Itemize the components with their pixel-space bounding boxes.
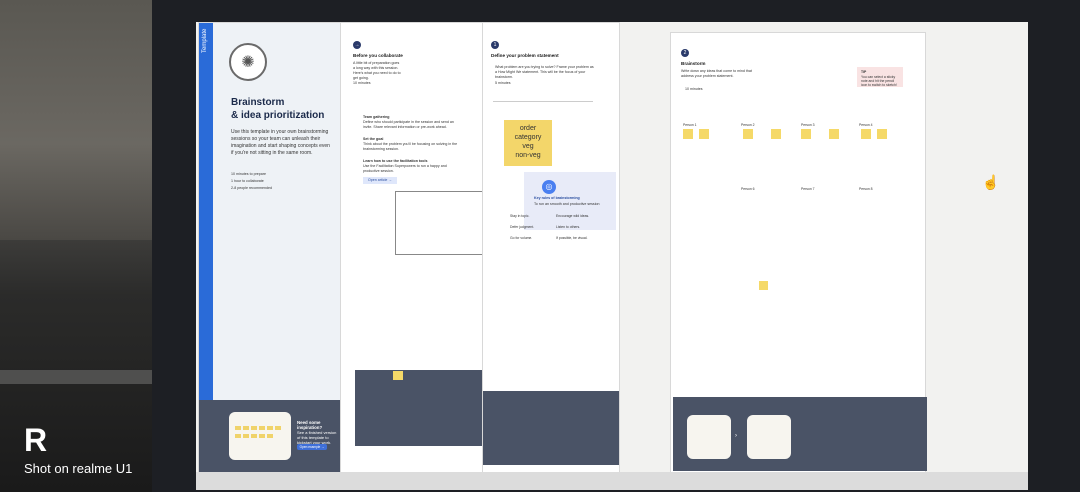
example-card-2[interactable] xyxy=(747,415,791,459)
idea-sticky[interactable] xyxy=(801,129,811,139)
define-dark-panel xyxy=(483,391,619,465)
idea-sticky[interactable] xyxy=(699,129,709,139)
person-8-label: Person 8 xyxy=(859,187,873,191)
rules-subtitle: To run an smooth and productive session xyxy=(534,202,600,206)
before-body: A little bit of preparation goes a long … xyxy=(353,61,401,80)
person-4-label: Person 4 xyxy=(859,123,873,127)
brainstorm-rules-panel: ◎ Key rules of brainstorming To run an s… xyxy=(524,172,616,230)
watermark-logo: R xyxy=(24,422,48,458)
template-stripe: Template xyxy=(199,23,213,400)
brainstorm-body: Write down any ideas that come to mind t… xyxy=(681,69,752,78)
person-6-label: Person 6 xyxy=(741,187,755,191)
tip-card: TIP You can select a sticky note and hit… xyxy=(857,67,903,87)
meta-prepare: 10 minutes to prepare xyxy=(231,172,266,176)
step-two-icon: 2 xyxy=(681,49,689,57)
camera-watermark: R Shot on realme U1 xyxy=(24,422,133,476)
step-one-icon: 1 xyxy=(491,41,499,49)
idea-sticky[interactable] xyxy=(683,129,693,139)
rules-title: Key rules of brainstorming xyxy=(534,196,580,200)
item-body-2: Think about the problem you'll be focusi… xyxy=(363,142,458,151)
brainstorm-title: Brainstorm xyxy=(681,61,706,66)
person-7-label: Person 7 xyxy=(801,187,815,191)
idea-sticky[interactable] xyxy=(771,129,781,139)
bottom-toolbar-strip xyxy=(196,472,1028,490)
room-shelf xyxy=(0,370,155,384)
define-problem-frame[interactable]: 1 Define your problem statement What pro… xyxy=(482,22,620,474)
brainstorm-time: 10 minutes xyxy=(685,87,703,91)
inspiration-footer: Need some inspiration? See a finished ve… xyxy=(199,400,341,473)
note-line-category: category xyxy=(514,134,542,141)
note-line-veg: veg xyxy=(522,143,534,150)
template-tag: Template xyxy=(202,28,208,53)
define-body: What problem are you trying to solve? Fr… xyxy=(495,65,594,79)
mouse-cursor-icon: ☝ xyxy=(982,174,1000,190)
idea-sticky[interactable] xyxy=(877,129,887,139)
idea-sticky[interactable] xyxy=(861,129,871,139)
before-title: Before you collaborate xyxy=(353,53,403,58)
whiteboard-canvas[interactable]: Template ✺ Brainstorm & idea prioritizat… xyxy=(196,22,1028,490)
before-collaborate-frame[interactable]: → Before you collaborate A little bit of… xyxy=(340,22,566,474)
template-title-line2: & idea prioritization xyxy=(231,110,325,121)
open-article-button[interactable]: Open article → xyxy=(363,177,397,184)
empty-frame[interactable] xyxy=(395,191,485,255)
open-example-button[interactable]: Open example → xyxy=(297,444,327,450)
item-body-3: Use the Facilitation Superpowers to run … xyxy=(363,164,447,173)
item-body-1: Define who should participate in the ses… xyxy=(363,120,454,129)
watermark-text: Shot on realme U1 xyxy=(24,461,133,476)
define-time: 5 minutes xyxy=(495,81,511,85)
note-line-order: order xyxy=(519,125,537,132)
rule-3: Defer judgment. xyxy=(510,225,535,229)
problem-sticky-note[interactable]: order category veg non-veg xyxy=(504,120,552,166)
person-1-label: Person 1 xyxy=(683,123,697,127)
idea-sticky[interactable] xyxy=(743,129,753,139)
divider xyxy=(493,101,593,102)
rule-1: Stay in topic. xyxy=(510,214,530,218)
lightbulb-icon: ✺ xyxy=(229,43,267,81)
brainstorm-frame[interactable]: 2 Brainstorm Write down any ideas that c… xyxy=(670,32,927,474)
lightbulb-tip-icon: ◎ xyxy=(542,180,556,194)
idea-sticky[interactable] xyxy=(829,129,839,139)
room-background xyxy=(0,0,155,492)
loose-sticky-note[interactable] xyxy=(759,281,768,290)
tip-body: You can select a sticky note and hit the… xyxy=(861,75,897,87)
template-description: Use this template in your own brainstorm… xyxy=(231,129,330,156)
arrow-right-icon: › xyxy=(735,433,737,439)
template-intro-frame[interactable]: Template ✺ Brainstorm & idea prioritizat… xyxy=(198,22,342,474)
brainstorm-dark-panel: › xyxy=(673,397,927,471)
define-title: Define your problem statement xyxy=(491,53,559,58)
person-3-label: Person 3 xyxy=(801,123,815,127)
inspiration-heading: Need some inspiration? xyxy=(297,420,323,430)
template-title: Brainstorm & idea prioritization xyxy=(231,96,337,122)
before-time: 10 minutes xyxy=(353,81,371,85)
meta-collaborate: 1 hour to collaborate xyxy=(231,179,264,183)
rule-2: Encourage wild ideas. xyxy=(556,214,590,218)
example-thumbnail[interactable] xyxy=(229,412,291,460)
inspiration-text: Need some inspiration? See a finished ve… xyxy=(297,420,337,445)
room-wall xyxy=(0,0,155,240)
rule-5: Go for volume. xyxy=(510,236,533,240)
note-line-nonveg: non-veg xyxy=(515,152,541,159)
person-2-label: Person 2 xyxy=(741,123,755,127)
rule-6: If possible, be visual. xyxy=(556,236,588,240)
rule-4: Listen to others. xyxy=(556,225,581,229)
inspiration-body: See a finished version of this template … xyxy=(297,430,337,445)
template-title-line1: Brainstorm xyxy=(231,97,285,108)
example-card-1[interactable] xyxy=(687,415,731,459)
loose-sticky-note[interactable] xyxy=(393,371,403,380)
arrow-step-icon: → xyxy=(353,41,361,49)
meta-people: 2-8 people recommended xyxy=(231,186,272,190)
tip-label: TIP xyxy=(861,70,867,74)
before-dark-panel xyxy=(355,370,483,446)
